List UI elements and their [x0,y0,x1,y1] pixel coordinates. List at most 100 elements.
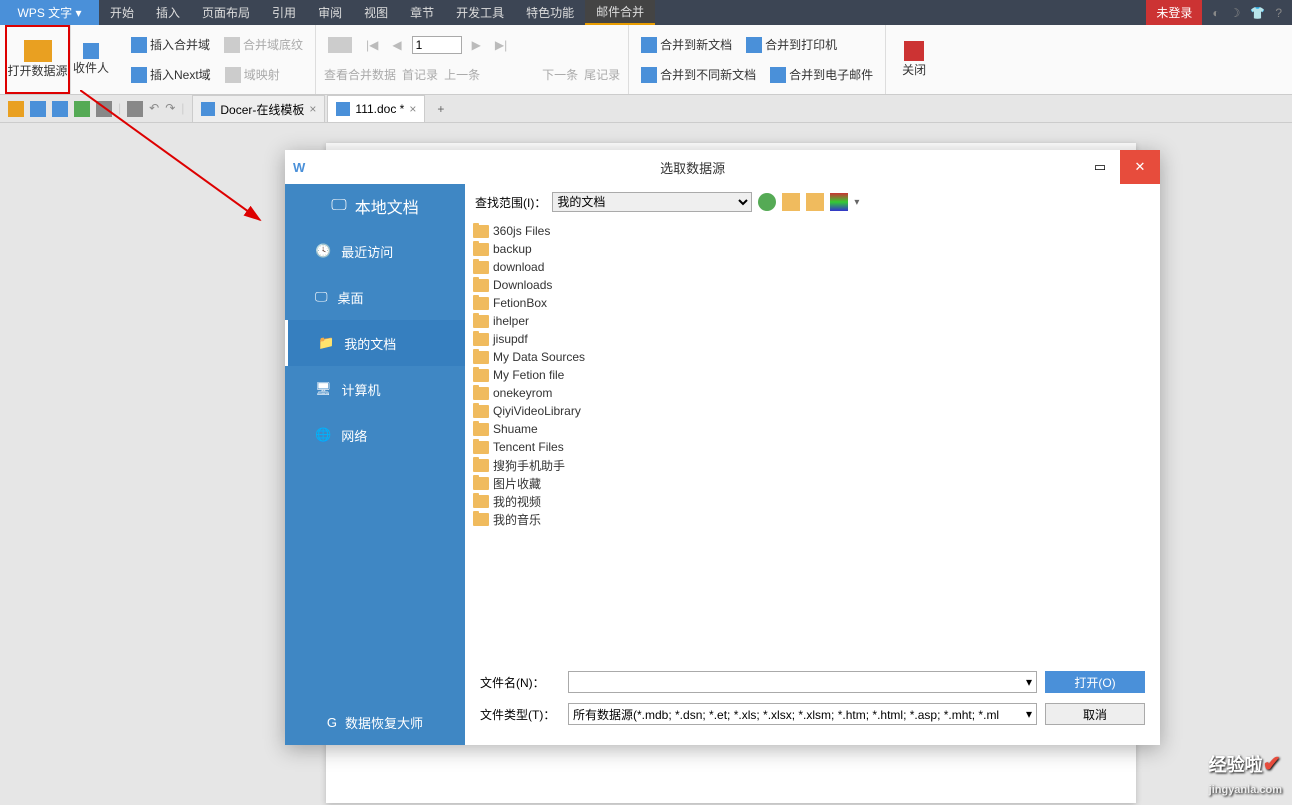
sidebar-header: 🖵 本地文档 [285,184,465,228]
tab-docer-close[interactable]: × [309,102,316,116]
list-item[interactable]: My Data Sources [473,348,1152,366]
list-item[interactable]: FetionBox [473,294,1152,312]
qat-print-icon[interactable] [74,101,90,117]
list-item[interactable]: 我的视频 [473,492,1152,510]
menu-bar: WPS 文字 ▾ 开始 插入 页面布局 引用 审阅 视图 章节 开发工具 特色功… [0,0,1292,25]
shirt-icon[interactable]: 👕 [1250,6,1265,20]
sidebar-item-network[interactable]: 🌐网络 [285,412,465,458]
list-item[interactable]: onekeyrom [473,384,1152,402]
list-item[interactable]: QiyiVideoLibrary [473,402,1152,420]
merge-to-diff-doc-button[interactable]: 合并到不同新文档 [637,64,760,85]
chevron-down-icon[interactable]: ▾ [854,197,859,208]
add-tab-button[interactable]: + [427,102,454,116]
menu-item-features[interactable]: 特色功能 [515,0,585,25]
chevron-down-icon[interactable]: ▾ [1026,675,1032,689]
last-record-label: 尾记录 [584,66,620,83]
close-mailmerge-button[interactable]: 关闭 [894,25,934,94]
tab-111doc-close[interactable]: × [409,102,416,116]
qat-new-icon[interactable] [8,101,24,117]
window-controls: ◐ ☽ 👕 ? [1202,6,1292,20]
lookin-combo[interactable]: 我的文档 [552,192,752,212]
help-icon[interactable]: ? [1275,6,1282,20]
dialog-close-button[interactable]: ✕ [1120,150,1160,184]
menu-item-start[interactable]: 开始 [99,0,145,25]
list-item-label: My Fetion file [493,368,564,382]
menu-item-mailmerge[interactable]: 邮件合并 [585,0,655,25]
network-icon: 🌐 [315,427,331,443]
merge-to-new-doc-button[interactable]: 合并到新文档 [637,34,736,55]
dialog-maximize-button[interactable]: ▭ [1080,150,1120,184]
sidebar-item-recent[interactable]: 🕓最近访问 [285,228,465,274]
first-record-icon: |◀ [366,38,378,52]
watermark: 经验啦✔ jingyanla.com [1209,751,1282,798]
list-item[interactable]: jisupdf [473,330,1152,348]
list-item[interactable]: Downloads [473,276,1152,294]
merge-to-email-button[interactable]: 合并到电子邮件 [766,64,877,85]
list-item[interactable]: 我的音乐 [473,510,1152,528]
sidebar-item-mydocs[interactable]: 📁我的文档 [285,320,465,366]
menu-item-chapter[interactable]: 章节 [399,0,445,25]
open-button[interactable]: 打开(O) [1045,671,1145,693]
view-mode-icon[interactable] [830,193,848,211]
back-icon[interactable] [758,193,776,211]
menu-item-references[interactable]: 引用 [261,0,307,25]
qat-paste-icon[interactable] [127,101,143,117]
list-item[interactable]: Tencent Files [473,438,1152,456]
qat-open-icon[interactable] [30,101,46,117]
app-logo[interactable]: WPS 文字 ▾ [0,0,99,25]
cancel-button[interactable]: 取消 [1045,703,1145,725]
list-item[interactable]: ihelper [473,312,1152,330]
insert-next-field-button[interactable]: 插入Next域 [127,64,215,85]
tab-docer[interactable]: Docer-在线模板 × [192,95,325,122]
merge-new-label: 合并到新文档 [660,36,732,53]
sync-icon[interactable]: ◐ [1212,6,1219,20]
list-item[interactable]: 搜狗手机助手 [473,456,1152,474]
close-label: 关闭 [902,61,926,78]
insert-next-icon [131,67,147,83]
folder-icon [473,297,489,310]
dialog-titlebar[interactable]: W 选取数据源 ▭ ✕ [285,150,1160,184]
menu-item-view[interactable]: 视图 [353,0,399,25]
menu-item-insert[interactable]: 插入 [145,0,191,25]
moon-icon[interactable]: ☽ [1230,6,1241,20]
list-item-label: onekeyrom [493,386,552,400]
qat-redo-icon[interactable]: ↷ [165,101,175,117]
merge-to-printer-button[interactable]: 合并到打印机 [742,34,841,55]
merge-new-icon [641,37,657,53]
record-index-input[interactable] [412,36,462,54]
list-item[interactable]: Shuame [473,420,1152,438]
list-item[interactable]: My Fetion file [473,366,1152,384]
file-list[interactable]: 360js Files backupdownloadDownloads Fetion… [465,220,1160,661]
open-data-source-button[interactable]: 打开数据源 [5,25,70,94]
qat-save-icon[interactable] [52,101,68,117]
filetype-combo[interactable]: 所有数据源(*.mdb; *.dsn; *.et; *.xls; *.xlsx;… [568,703,1037,725]
folder-icon [473,261,489,274]
dialog-logo-icon: W [293,160,305,175]
list-item[interactable]: 图片收藏 [473,474,1152,492]
view-data-icon [328,37,352,53]
new-folder-icon[interactable] [806,193,824,211]
list-item-label: 360js Files [493,224,550,238]
folder-icon [473,351,489,364]
sidebar-footer-recovery[interactable]: G数据恢复大师 [285,699,465,745]
list-item-label: FetionBox [493,296,547,310]
recipients-button[interactable]: 收件人 [71,25,111,94]
menu-item-devtools[interactable]: 开发工具 [445,0,515,25]
filename-combo[interactable]: ▾ [568,671,1037,693]
menu-item-review[interactable]: 审阅 [307,0,353,25]
list-item[interactable]: download [473,258,1152,276]
sidebar-item-computer[interactable]: 🖥计算机 [285,366,465,412]
qat-undo-icon[interactable]: ↶ [149,101,159,117]
list-item[interactable]: backup [473,240,1152,258]
menu-item-layout[interactable]: 页面布局 [191,0,261,25]
sidebar-item-desktop[interactable]: 🖵桌面 [285,274,465,320]
insert-merge-field-button[interactable]: 插入合并域 [127,34,214,55]
tab-111doc[interactable]: 111.doc * × [327,95,425,122]
chevron-down-icon[interactable]: ▾ [1026,707,1032,721]
list-item[interactable]: 360js Files [473,222,1152,240]
up-folder-icon[interactable] [782,193,800,211]
qat-printpreview-icon[interactable] [96,101,112,117]
folder-icon [473,477,489,490]
login-status[interactable]: 未登录 [1146,0,1202,25]
merge-diff-icon [641,67,657,83]
